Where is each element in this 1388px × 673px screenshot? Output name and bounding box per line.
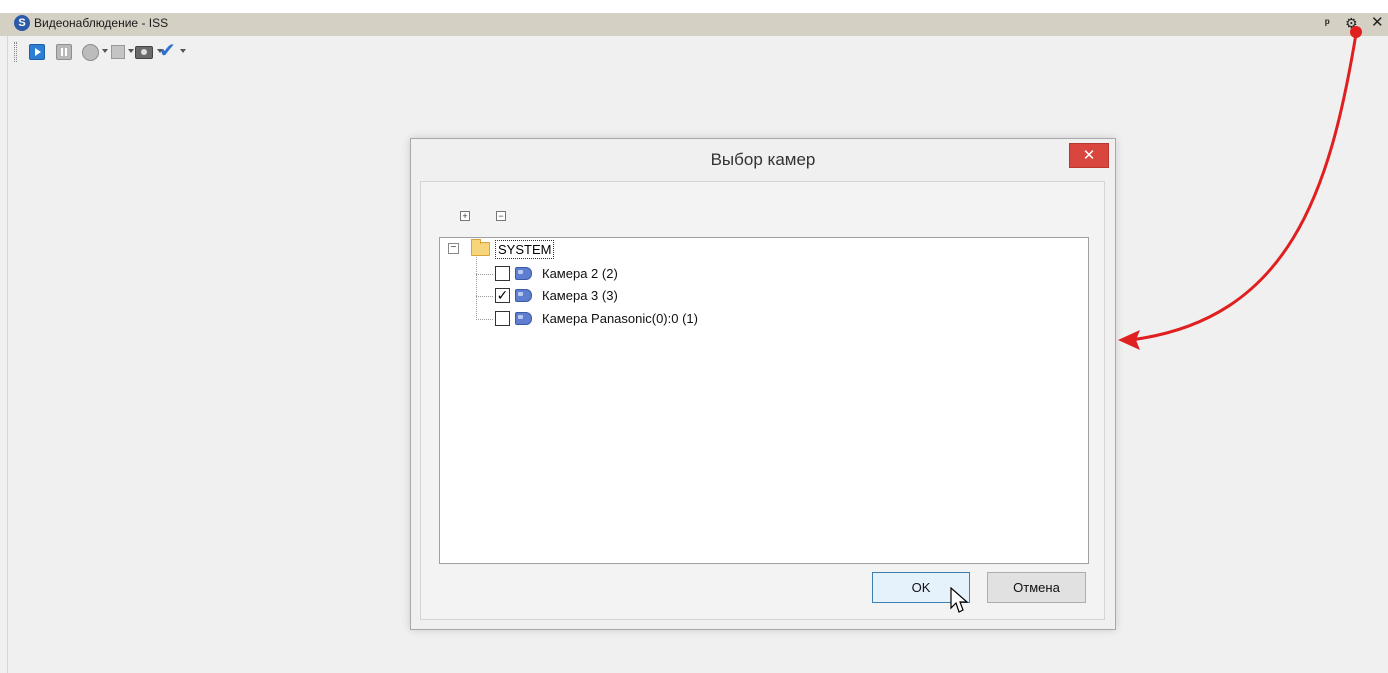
mouse-cursor-icon — [950, 587, 969, 613]
app-window: S Видеонаблюдение - ISS ᵖ ⚙ ✕ ✔ Выбор ка… — [0, 0, 1388, 673]
annotation-arrow — [1118, 26, 1362, 350]
annotation-arrow-path — [1129, 33, 1358, 342]
